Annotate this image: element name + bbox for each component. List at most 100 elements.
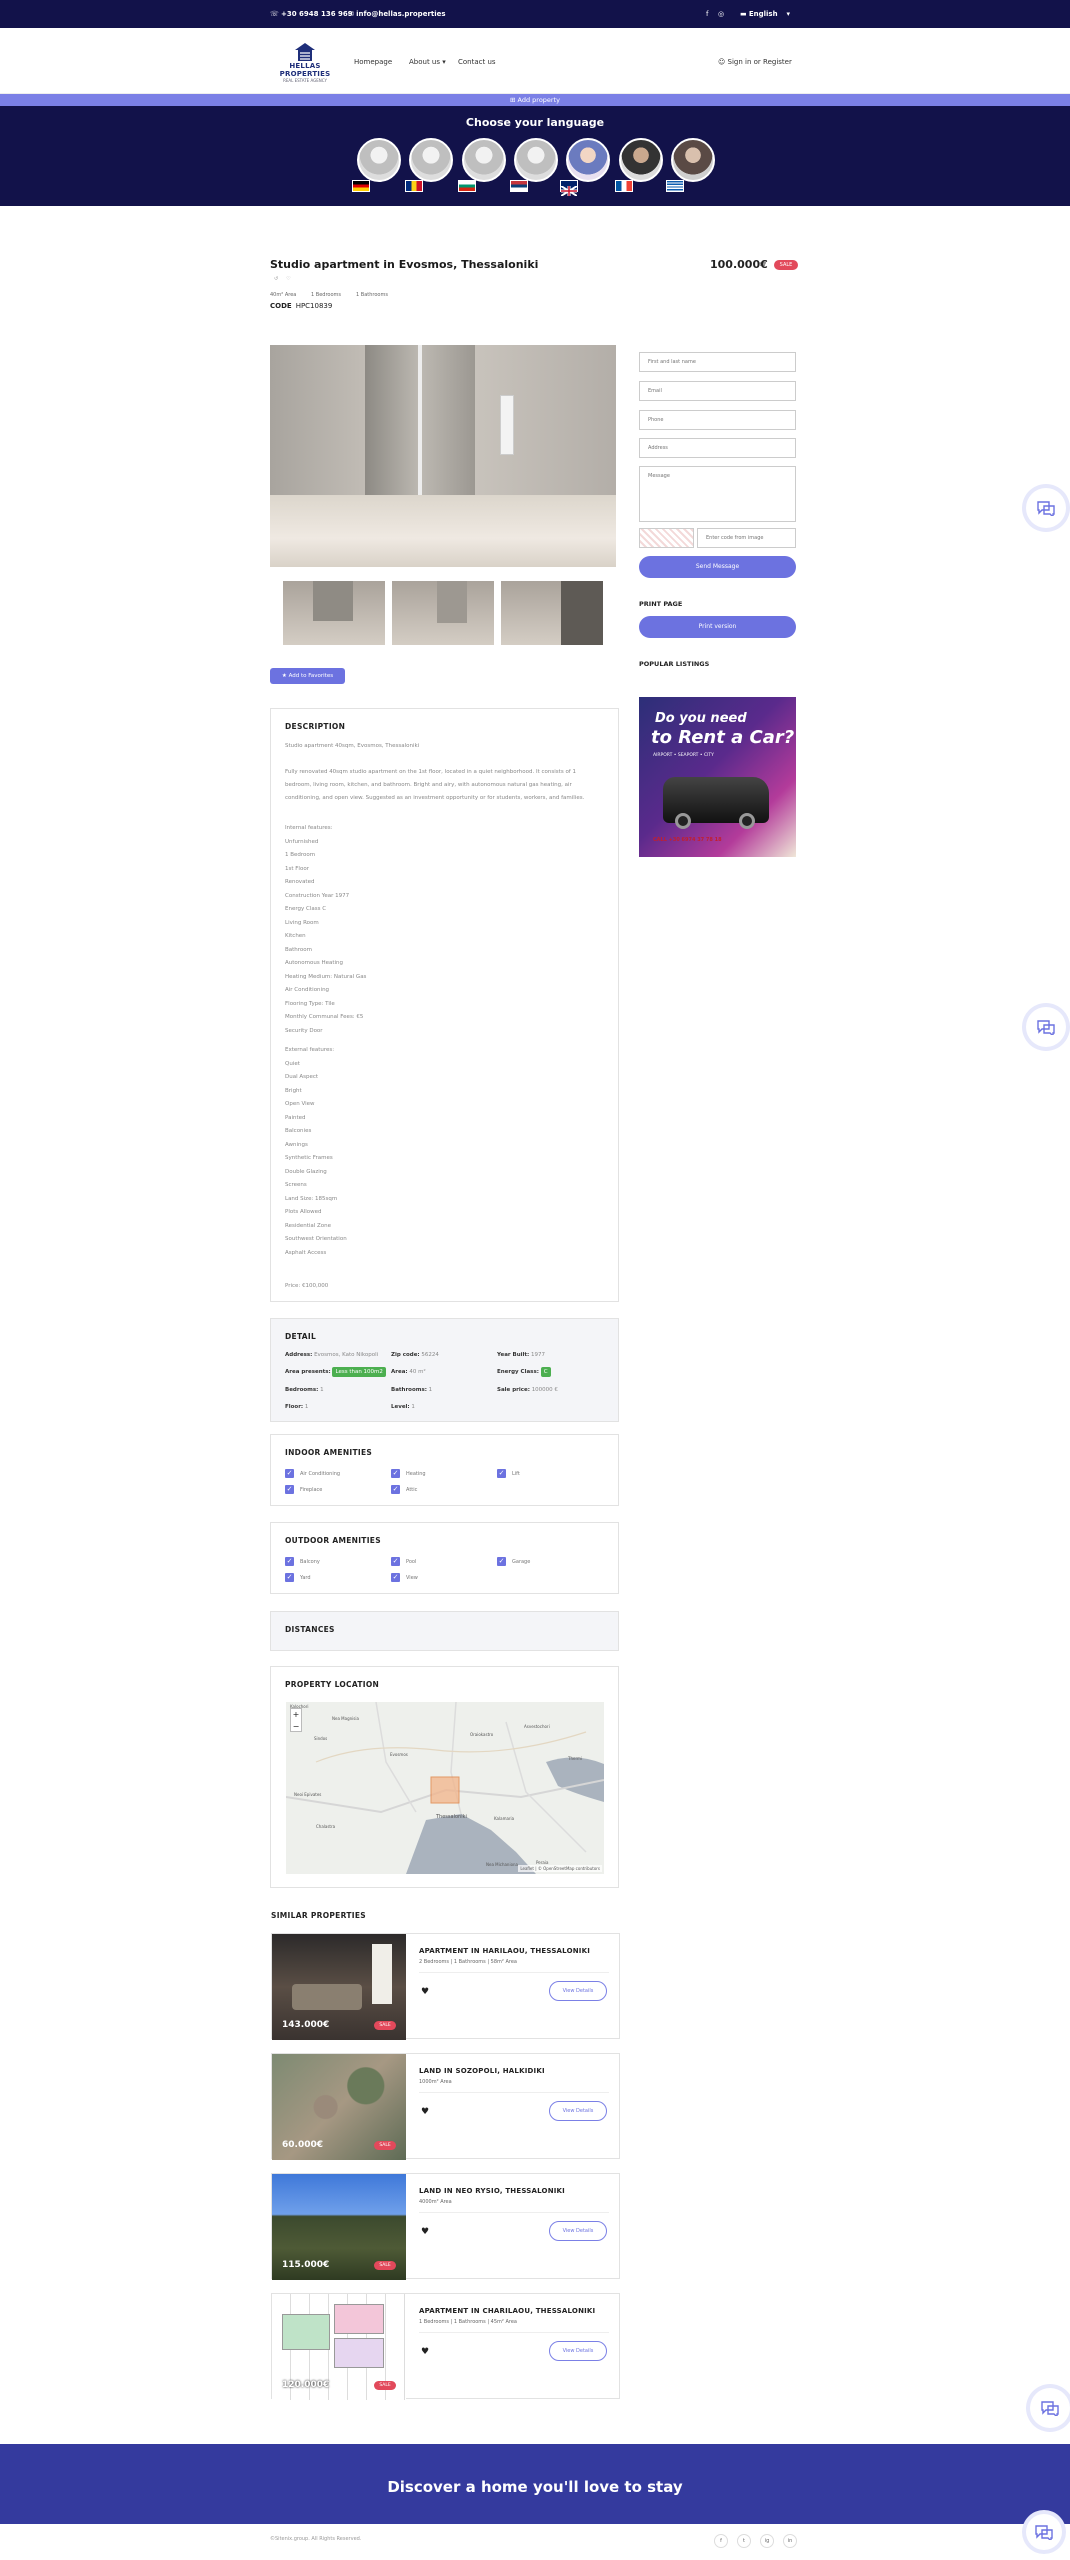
nav-about-us[interactable]: About us ▾ [409,58,446,66]
similar-title-3[interactable]: LAND IN NEO RYSIO, THESSALONIKI [419,2187,565,2195]
similar-price-1: 143.000€ [282,2020,330,2030]
similar-image-4[interactable]: 120.000€ SALE [272,2294,406,2400]
nav-homepage[interactable]: Homepage [354,58,392,66]
feature-item: Land Size: 185sqm [285,1195,338,1202]
flag-bulgaria-icon[interactable] [458,180,476,192]
email-link[interactable]: ✉ info@hellas.properties [348,10,446,18]
heart-icon[interactable]: ♥ [421,2227,429,2237]
avatar-serbian[interactable] [514,138,558,182]
property-map[interactable]: + − Kalochori Nea Magnisia Sindos Evosmos Or… [286,1702,604,1874]
phone-link[interactable]: ☏ +30 6948 136 969 [270,10,353,18]
flag-romania-icon[interactable] [405,180,423,192]
view-details-button[interactable]: View Details [549,2101,607,2121]
nav-contact-us[interactable]: Contact us [458,58,496,66]
flag-france-icon[interactable] [615,180,633,192]
view-details-button[interactable]: View Details [549,1981,607,2001]
feature-item: Painted [285,1114,306,1121]
view-details-button[interactable]: View Details [549,2221,607,2241]
zoom-in-button[interactable]: + [291,1709,301,1721]
avatar-romanian[interactable] [409,138,453,182]
feature-item: Living Room [285,919,319,926]
captcha-input[interactable] [697,528,796,548]
similar-card-4[interactable]: 120.000€ SALE APARTMENT IN CHARILAOU, TH… [271,2293,620,2400]
share-icons[interactable]: ↺ ♡ [274,276,291,282]
check-icon: ✓ [391,1573,400,1582]
similar-card-2[interactable]: 60.000€ SALE LAND IN SOZOPOLI, HALKIDIKI… [271,2053,620,2160]
similar-sale-badge-2: SALE [374,2141,396,2150]
flag-serbia-icon[interactable] [510,180,528,192]
amenity-lift: ✓ Lift [497,1469,520,1478]
meta-bathrooms: 1 Bathrooms [356,292,388,298]
similar-price-3: 115.000€ [282,2260,330,2270]
map-svg [286,1702,604,1874]
phone-input[interactable] [639,410,796,430]
similar-title-1[interactable]: APARTMENT IN HARILAOU, THESSALONIKI [419,1947,590,1955]
name-input[interactable] [639,352,796,372]
map-label: Thermi [568,1756,583,1761]
amenity-yard: ✓ Yard [285,1573,311,1582]
similar-title-2[interactable]: LAND IN SOZOPOLI, HALKIDIKI [419,2067,545,2075]
thumbnail-3[interactable] [501,581,603,645]
popular-listings-title: POPULAR LISTINGS [639,660,710,668]
map-attribution[interactable]: Leaflet | © OpenStreetMap contributors [518,1865,602,1872]
similar-card-1[interactable]: 143.000€ SALE APARTMENT IN HARILAOU, THE… [271,1933,620,2040]
heart-icon[interactable]: ♥ [421,2107,429,2117]
property-title: Studio apartment in Evosmos, Thessalonik… [270,258,539,271]
chat-button[interactable] [1030,2388,1070,2428]
flag-germany-icon[interactable] [352,180,370,192]
view-details-button[interactable]: View Details [549,2341,607,2361]
feature-item: 1 Bedroom [285,852,316,858]
social-twitter-icon[interactable]: t [737,2534,751,2548]
avatar-greek[interactable] [671,138,715,182]
message-input[interactable] [639,466,796,522]
main-photo[interactable] [270,345,616,567]
heart-icon[interactable]: ♥ [421,1987,429,1997]
avatar-french[interactable] [619,138,663,182]
detail-card: DETAIL Address: Evosmos, Kato Nikopoli Z… [270,1318,619,1422]
flag-greece-icon[interactable] [666,180,684,192]
rent-a-car-ad[interactable]: Do you need to Rent a Car? AIRPORT • SEA… [639,697,796,857]
chat-button[interactable] [1026,1007,1066,1047]
site-logo[interactable]: HELLAS PROPERTIES REAL ESTATE AGENCY [270,42,340,84]
add-property-bar[interactable]: ⊞ Add property [0,94,1070,106]
language-select[interactable]: ▬ English ▾ [740,10,790,18]
similar-card-3[interactable]: 115.000€ SALE LAND IN NEO RYSIO, THESSAL… [271,2173,620,2280]
detail-area-presents: Area presents: Less than 100m2 [285,1367,386,1377]
avatar-bulgarian[interactable] [462,138,506,182]
distances-card: DISTANCES [270,1611,619,1651]
heart-icon[interactable]: ♥ [421,2347,429,2357]
similar-sale-badge-3: SALE [374,2261,396,2270]
thumbnail-2[interactable] [392,581,494,645]
send-message-button[interactable]: Send Message [639,556,796,578]
map-label: Nea Michaniona [486,1862,519,1867]
location-title: PROPERTY LOCATION [285,1680,380,1689]
property-code: CODE HPC10839 [270,302,333,310]
add-to-favorites-button[interactable]: ★ Add to Favorites [270,668,345,684]
feature-item: Quiet [285,1060,300,1067]
similar-image-2[interactable]: 60.000€ SALE [272,2054,406,2160]
similar-image-1[interactable]: 143.000€ SALE [272,1934,406,2040]
social-facebook-icon[interactable]: f [714,2534,728,2548]
avatar-german[interactable] [357,138,401,182]
signin-link[interactable]: ☺ Sign in or Register [718,58,792,66]
chat-button[interactable] [1026,488,1066,528]
detail-sale-price: Sale price: 100000 € [497,1387,558,1393]
thumbnail-1[interactable] [283,581,385,645]
facebook-icon[interactable]: f [706,10,708,18]
similar-properties-title: SIMILAR PROPERTIES [271,1911,366,1920]
social-linkedin-icon[interactable]: in [783,2534,797,2548]
social-instagram-icon[interactable]: ig [760,2534,774,2548]
instagram-icon[interactable]: ◎ [718,10,724,18]
feature-item: Autonomous Heating [285,960,343,966]
flag-uk-icon[interactable] [560,180,578,197]
email-input[interactable] [639,381,796,401]
amenity-pool: ✓ Pool [391,1557,417,1566]
print-version-button[interactable]: Print version [639,616,796,638]
description-card: DESCRIPTION Studio apartment 40sqm, Evos… [270,708,619,1302]
zoom-out-button[interactable]: − [291,1721,301,1733]
chat-button[interactable] [1026,2514,1062,2550]
address-input[interactable] [639,438,796,458]
similar-image-3[interactable]: 115.000€ SALE [272,2174,406,2280]
similar-title-4[interactable]: APARTMENT IN CHARILAOU, THESSALONIKI [419,2307,595,2315]
avatar-english[interactable] [566,138,610,182]
